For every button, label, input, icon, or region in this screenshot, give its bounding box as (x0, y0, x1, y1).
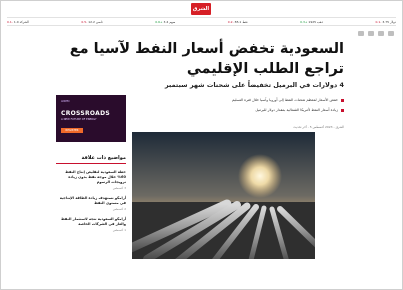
article-headline: السعودية تخفض أسعار النفط لآسيا مع تراجع… (69, 41, 344, 77)
market-ticker: الشركة 1.0 -0.1 تاسي 12.2 -0.5 سهم 3.4 +… (7, 17, 396, 26)
article-summary: خفض الأسعار لمعظم شحنات النفط إلى أوروبا… (169, 98, 344, 118)
pipelines-image (132, 132, 315, 259)
summary-bullet: خفض الأسعار لمعظم شحنات النفط إلى أوروبا… (169, 98, 344, 102)
related-item[interactable]: أرامكو السعودية تتجه لاستثمار النفط والغ… (56, 217, 126, 232)
article-subhead: 4 دولارات في البرميل تخفيضاً على شحنات ش… (164, 81, 344, 89)
linkedin-icon[interactable] (388, 31, 394, 36)
ticker-item[interactable]: تاسي 12.2 -0.5 (81, 20, 102, 24)
share-bar (358, 31, 394, 36)
summary-bullet: زيادة أسعار النفط لأمريكا الشمالية بمقدا… (169, 108, 344, 112)
ad-top-label: ADIPEC (61, 100, 70, 103)
related-heading: مواضيع ذات علاقة (56, 155, 126, 164)
share-icon[interactable] (358, 31, 364, 36)
related-topics: مواضيع ذات علاقة خطة السعودية لتقليص إنت… (56, 155, 126, 232)
ad-subtitle: A NEW FUTURE OF ENERGY (61, 118, 97, 121)
ticker-item[interactable]: الشركة 1.0 -0.1 (7, 20, 29, 24)
ticker-item[interactable]: دولار 3.75 -0.1 (375, 20, 396, 24)
page-frame: الشرق الشركة 1.0 -0.1 تاسي 12.2 -0.5 سهم… (0, 0, 403, 290)
ad-title: CROSSROADS (61, 110, 111, 117)
ad-register-button[interactable]: REGISTER (61, 128, 83, 133)
ticker-item[interactable]: ذهب 1925 +0.3 (300, 20, 323, 24)
bullet-icon (341, 98, 344, 102)
sidebar-ad[interactable]: ADIPEC CROSSROADS A NEW FUTURE OF ENERGY… (56, 95, 126, 142)
article-photo[interactable] (132, 132, 315, 259)
site-logo[interactable]: الشرق (191, 3, 211, 15)
facebook-icon[interactable] (378, 31, 384, 36)
related-item[interactable]: خطة السعودية لتقليص إنتاج النفط 60% خلال… (56, 170, 126, 190)
twitter-icon[interactable] (368, 31, 374, 36)
ticker-item[interactable]: نفط 85.1 -0.2 (228, 20, 248, 24)
bullet-icon (341, 108, 344, 112)
ticker-item[interactable]: سهم 3.4 +0.6 (155, 20, 175, 24)
article-meta: الشرق - 2023 أغسطس 5 - آخر تحديث (293, 125, 344, 129)
related-item[interactable]: أرامكو تستهدف زيادة الطاقة الإنتاجية في … (56, 196, 126, 211)
